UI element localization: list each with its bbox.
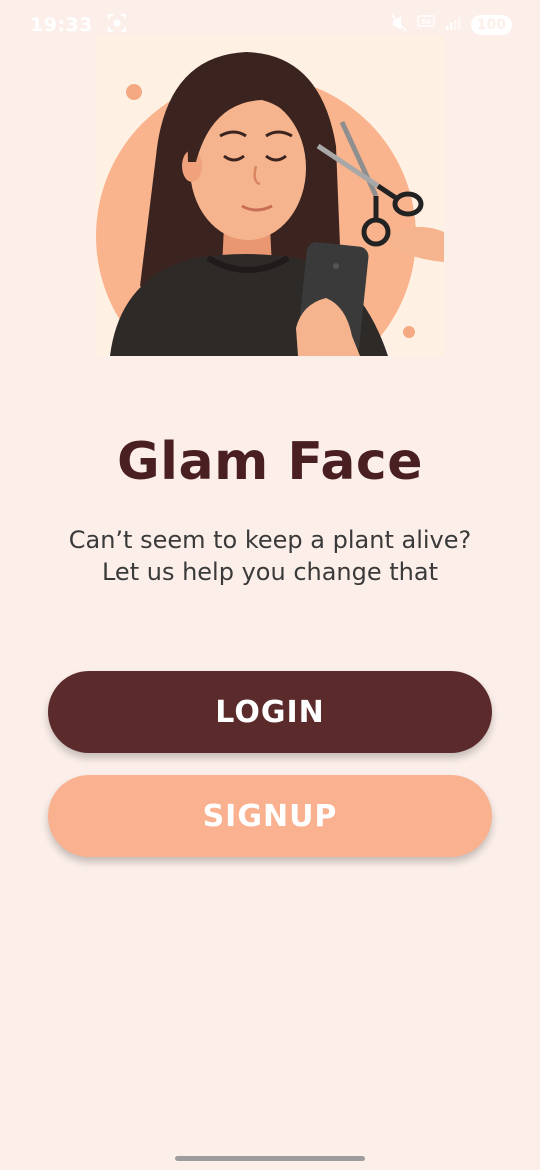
login-button[interactable]: LOGIN [48,671,492,753]
network-label: 5G [420,18,431,26]
tagline-line-2: Let us help you change that [101,558,439,586]
screen-record-icon [107,13,127,37]
tagline: Can’t seem to keep a plant alive? Let us… [0,524,540,588]
battery-icon: 100 [470,15,512,35]
app-title: Glam Face [116,432,424,492]
home-indicator[interactable] [175,1156,365,1161]
status-left: 19:33 [30,13,127,37]
tagline-line-1: Can’t seem to keep a plant alive? [68,526,472,554]
signup-button[interactable]: SIGNUP [48,775,492,857]
signal-icon [445,15,461,35]
woman-haircut-illustration [96,36,444,356]
mute-icon [391,14,407,36]
status-time: 19:33 [30,14,93,36]
network-5g-icon: 5G [417,14,435,36]
status-right: 5G 100 [391,14,512,36]
